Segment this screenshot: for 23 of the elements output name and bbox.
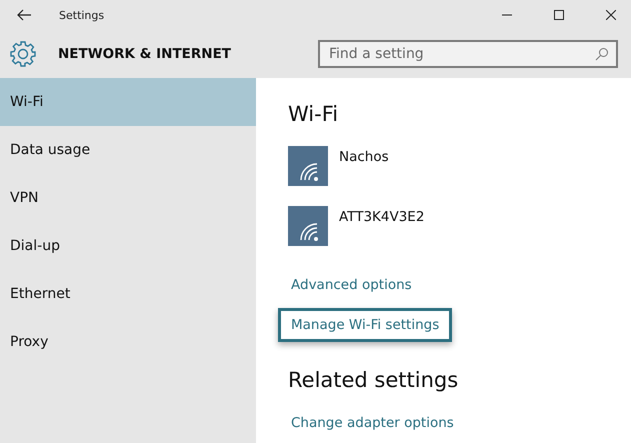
- link[interactable]: Change adapter options: [278, 406, 467, 440]
- link[interactable]: Advanced options: [278, 268, 425, 302]
- settings-icon: [10, 41, 36, 67]
- close-icon[interactable]: [606, 10, 616, 20]
- search-icon: [595, 47, 609, 61]
- sidebar-item[interactable]: VPN: [0, 174, 256, 222]
- sidebar-item[interactable]: Proxy: [0, 318, 256, 366]
- window-title: Settings: [59, 8, 104, 22]
- maximize-icon[interactable]: [554, 10, 564, 20]
- page-heading: Wi-Fi: [288, 102, 340, 126]
- sidebar-item[interactable]: Ethernet: [0, 270, 256, 318]
- back-icon[interactable]: [17, 9, 31, 21]
- section-heading: Related settings: [288, 368, 460, 392]
- section-title: NETWORK & INTERNET: [58, 46, 232, 62]
- sidebar-item[interactable]: Wi-Fi: [0, 78, 256, 126]
- wifi-icon[interactable]: [288, 206, 328, 246]
- sidebar-item[interactable]: Dial-up: [0, 222, 256, 270]
- network-name[interactable]: Nachos: [339, 149, 389, 165]
- network-name[interactable]: ATT3K4V3E2: [339, 209, 424, 225]
- link[interactable]: Manage Wi-Fi settings: [278, 308, 452, 342]
- sidebar-item[interactable]: Data usage: [0, 126, 256, 174]
- search-field[interactable]: Find a setting: [318, 40, 618, 68]
- wifi-icon[interactable]: [288, 146, 328, 186]
